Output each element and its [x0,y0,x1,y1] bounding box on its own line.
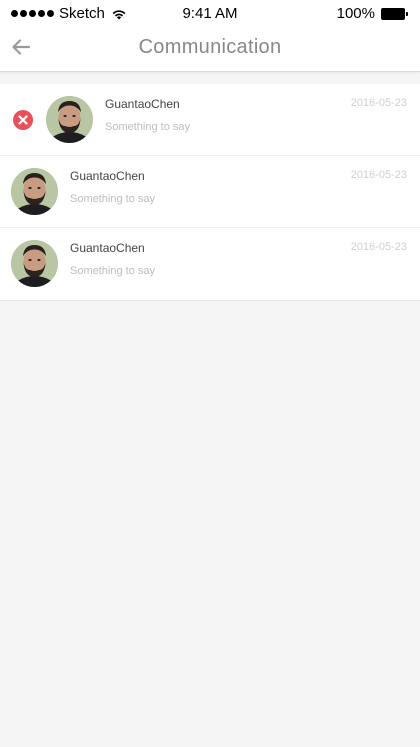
list-item[interactable]: GuantaoChen 2016-05-23 Something to say [0,228,420,300]
contact-name: GuantaoChen [105,97,180,111]
header: Sketch 9:41 AM 100% Communication [0,0,420,72]
message-date: 2016-05-23 [350,97,407,109]
delete-icon[interactable] [13,110,33,130]
status-right: 100% [337,5,408,22]
message-list: GuantaoChen 2016-05-23 Something to say … [0,84,420,301]
message-preview: Something to say [70,265,155,277]
avatar [11,240,58,287]
battery-percent: 100% [336,5,375,22]
page-title: Communication [138,36,282,58]
avatar [46,96,93,143]
avatar [11,168,58,215]
contact-name: GuantaoChen [70,241,145,255]
nav-bar: Communication [0,27,420,72]
message-date: 2016-05-23 [350,241,407,253]
status-bar: Sketch 9:41 AM 100% [0,0,420,27]
list-item[interactable]: GuantaoChen 2016-05-23 Something to say [0,84,420,156]
message-date: 2016-05-23 [350,169,407,181]
contact-name: GuantaoChen [70,169,145,183]
message-preview: Something to say [105,121,190,133]
battery-icon [381,7,408,20]
message-preview: Something to say [70,193,155,205]
list-item[interactable]: GuantaoChen 2016-05-23 Something to say [0,156,420,228]
